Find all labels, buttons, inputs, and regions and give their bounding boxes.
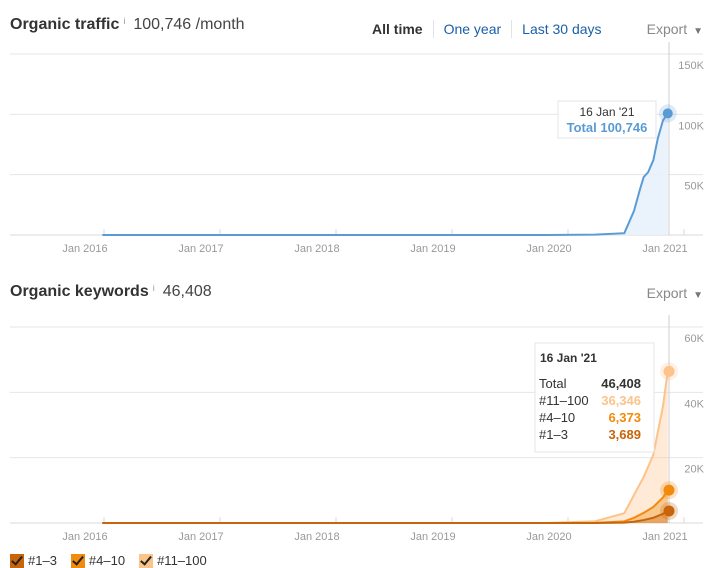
- tooltip-row-label: #11–100: [539, 393, 589, 408]
- tooltip-row-label: #4–10: [539, 410, 575, 425]
- keywords-chart: 20K 40K 60K Jan 2016 Jan 2017 Jan 2018 Jan 201…: [10, 315, 705, 543]
- keywords-tooltip: 16 Jan '21 Total 46,408 #11–100 36,346 #4–10 6…: [534, 342, 655, 453]
- tooltip-date: 16 Jan '21: [540, 351, 597, 365]
- legend-item-4-10[interactable]: #4–10: [70, 553, 126, 568]
- x-tick-label: Jan 2016: [62, 531, 107, 543]
- x-tick-label: Jan 2021: [642, 531, 687, 543]
- y-tick-label: 60K: [684, 333, 704, 345]
- tooltip-row-label: Total: [539, 376, 567, 391]
- checkbox-icon: [10, 553, 24, 568]
- y-tick-label: 40K: [684, 398, 704, 410]
- legend-label: #4–10: [88, 553, 126, 568]
- tooltip-row-value: 46,408: [601, 376, 641, 391]
- tooltip-row-value: 6,373: [608, 410, 641, 425]
- y-tick-label: 20K: [684, 464, 704, 476]
- legend-item-1-3[interactable]: #1–3: [10, 553, 57, 568]
- x-tick-label: Jan 2017: [178, 531, 223, 543]
- x-tick-label: Jan 2020: [526, 531, 571, 543]
- series-4-10-point: [663, 484, 675, 496]
- legend-label: #1–3: [28, 553, 57, 568]
- series-1-3-point: [663, 505, 675, 517]
- series-11-100-point: [663, 365, 675, 377]
- keywords-legend: #1–3 #4–10 #11–100: [10, 553, 207, 568]
- checkbox-icon: [70, 553, 85, 568]
- tooltip-row-value: 36,346: [601, 393, 641, 408]
- tooltip-row-label: #1–3: [539, 427, 568, 442]
- checkbox-icon: [139, 553, 154, 568]
- series-4-10-line: [102, 489, 669, 524]
- x-tick-label: Jan 2018: [294, 531, 339, 543]
- tooltip-row-value: 3,689: [608, 427, 641, 442]
- x-tick-label: Jan 2019: [410, 531, 455, 543]
- legend-label: #11–100: [157, 553, 207, 568]
- series-4-10-area: [102, 490, 668, 523]
- legend-item-11-100[interactable]: #11–100: [139, 553, 207, 568]
